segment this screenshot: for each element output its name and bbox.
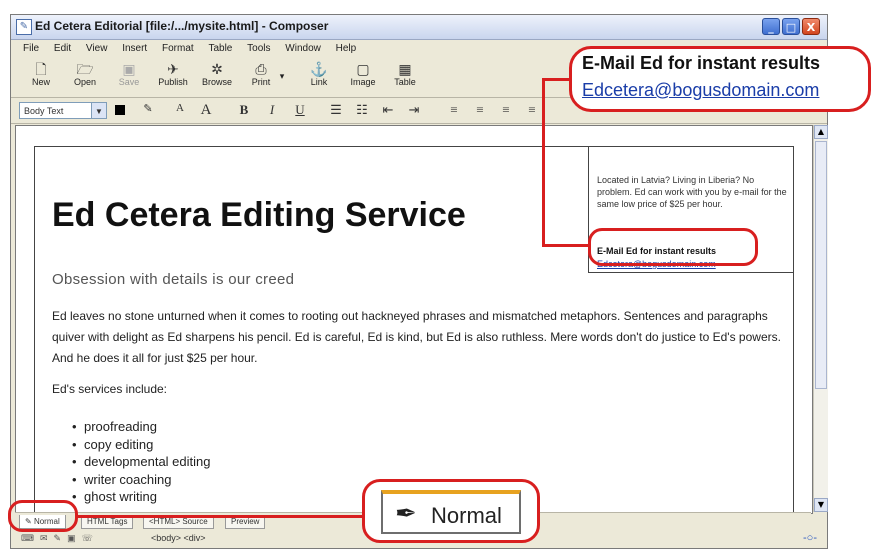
list-item: copy editing <box>72 436 210 454</box>
print-label: Print <box>251 77 271 87</box>
page-subheading: Obsession with details is our creed <box>52 271 295 288</box>
save-icon: ▣ <box>122 61 136 77</box>
vertical-scrollbar[interactable]: ▲ ▼ <box>813 125 828 512</box>
services-intro: Ed's services include: <box>52 382 168 396</box>
chat-icon[interactable]: ☏ <box>82 533 99 543</box>
table-button[interactable]: ▦ Table <box>387 61 423 87</box>
image-button[interactable]: ▢ Image <box>345 61 381 87</box>
list-item: proofreading <box>72 418 210 436</box>
title-bar[interactable]: ✎ Ed Cetera Editorial [file:/.../mysite.… <box>11 15 827 40</box>
page-heading: Ed Cetera Editing Service <box>52 196 466 234</box>
callout-connector <box>542 78 545 246</box>
scroll-up-icon[interactable]: ▲ <box>814 125 828 139</box>
menu-insert[interactable]: Insert <box>122 43 147 54</box>
normal-tab-highlight-ring <box>8 500 78 532</box>
highlight-icon[interactable]: ✎ <box>139 102 157 115</box>
browse-icon: ✲ <box>211 61 223 77</box>
pen-icon[interactable]: ✎ <box>54 533 68 543</box>
online-status-icon: -○- <box>803 532 817 544</box>
link-label: Link <box>310 77 328 87</box>
menu-view[interactable]: View <box>86 43 108 54</box>
justify-button[interactable]: ≡ <box>523 102 541 118</box>
normal-tab-zoom: ✒ Normal <box>381 490 521 534</box>
list-item: writer coaching <box>72 471 210 489</box>
menu-format[interactable]: Format <box>162 43 194 54</box>
email-highlight-ring <box>588 228 758 266</box>
print-icon: ⎙ <box>255 61 267 77</box>
sidebox-text: Located in Latvia? Living in Liberia? No… <box>597 175 787 209</box>
mail-icon[interactable]: ✉ <box>40 533 54 543</box>
browse-label: Browse <box>201 77 232 87</box>
save-label: Save <box>118 77 140 87</box>
list-item: ghost writing <box>72 488 210 506</box>
print-button[interactable]: ⎙ Print <box>243 61 279 87</box>
indent-button[interactable]: ⇥ <box>405 102 423 118</box>
text-color-button[interactable] <box>115 105 125 115</box>
bullet-list-button[interactable]: ☰ <box>327 102 345 118</box>
close-button[interactable]: X <box>802 18 820 35</box>
list-item: developmental editing <box>72 453 210 471</box>
bold-button[interactable]: B <box>235 102 253 118</box>
table-label: Table <box>394 77 416 87</box>
menu-window[interactable]: Window <box>285 43 321 54</box>
menu-edit[interactable]: Edit <box>54 43 71 54</box>
address-book-icon[interactable]: ▣ <box>67 533 82 543</box>
align-left-button[interactable]: ≡ <box>445 102 463 118</box>
email-callout: E-Mail Ed for instant results Edcetera@b… <box>569 46 871 112</box>
menu-tools[interactable]: Tools <box>247 43 270 54</box>
scroll-thumb[interactable] <box>815 141 827 389</box>
minimize-button[interactable]: _ <box>762 18 780 35</box>
publish-button[interactable]: ✈ Publish <box>155 61 191 87</box>
tag-path[interactable]: <body> <div> <box>151 533 206 543</box>
pen-icon: ✒ <box>395 499 417 529</box>
callout-connector <box>542 78 572 81</box>
browse-button[interactable]: ✲ Browse <box>199 61 235 87</box>
align-right-button[interactable]: ≡ <box>497 102 515 118</box>
window-title: Ed Cetera Editorial [file:/.../mysite.ht… <box>35 19 329 33</box>
publish-label: Publish <box>158 77 188 87</box>
callout-normal-label: Normal <box>431 503 502 528</box>
image-icon: ▢ <box>356 61 370 77</box>
callout-email-heading: E-Mail Ed for instant results <box>582 53 821 73</box>
larger-font-button[interactable]: A <box>197 102 215 119</box>
scroll-down-icon[interactable]: ▼ <box>814 498 828 512</box>
callout-connector <box>542 244 590 247</box>
smaller-font-button[interactable]: A <box>171 102 189 114</box>
chevron-down-icon: ▼ <box>91 103 106 118</box>
menu-file[interactable]: File <box>23 43 39 54</box>
status-icons: ⌨✉✎▣☏ <box>21 533 99 544</box>
intro-paragraph: Ed leaves no stone unturned when it come… <box>52 309 781 365</box>
composer-icon[interactable]: ⌨ <box>21 533 40 543</box>
callout-email-link: Edcetera@bogusdomain.com <box>582 80 820 100</box>
align-center-button[interactable]: ≡ <box>471 102 489 118</box>
outdent-button[interactable]: ⇤ <box>379 102 397 118</box>
new-label: New <box>31 77 50 87</box>
chevron-down-icon: ▾ <box>279 71 285 81</box>
new-document-icon: 🗋 <box>35 61 47 77</box>
callout-connector <box>76 515 364 518</box>
menu-table[interactable]: Table <box>208 43 232 54</box>
publish-icon: ✈ <box>167 61 179 77</box>
composer-app-icon: ✎ <box>16 19 32 35</box>
open-label: Open <box>73 77 97 87</box>
maximize-button[interactable]: □ <box>782 18 800 35</box>
link-button[interactable]: ⚓ Link <box>301 61 337 87</box>
paragraph-style-select[interactable]: Body Text ▼ <box>19 102 107 119</box>
normal-tab-callout: ✒ Normal <box>362 479 540 543</box>
underline-button[interactable]: U <box>291 102 309 118</box>
italic-button[interactable]: I <box>263 102 281 118</box>
print-dropdown-button[interactable]: ▾ <box>275 71 289 82</box>
services-list: proofreading copy editing developmental … <box>72 418 210 506</box>
table-icon: ▦ <box>398 61 412 77</box>
link-icon: ⚓ <box>310 61 328 77</box>
numbered-list-button[interactable]: ☷ <box>353 102 371 118</box>
save-button[interactable]: ▣ Save <box>111 61 147 87</box>
new-button[interactable]: 🗋 New <box>23 61 59 87</box>
open-button[interactable]: 🗁 Open <box>67 61 103 87</box>
open-folder-icon: 🗁 <box>76 61 94 77</box>
image-label: Image <box>350 77 376 87</box>
menu-help[interactable]: Help <box>336 43 357 54</box>
paragraph-style-value: Body Text <box>24 106 64 116</box>
document-editor[interactable]: Located in Latvia? Living in Liberia? No… <box>15 125 813 514</box>
